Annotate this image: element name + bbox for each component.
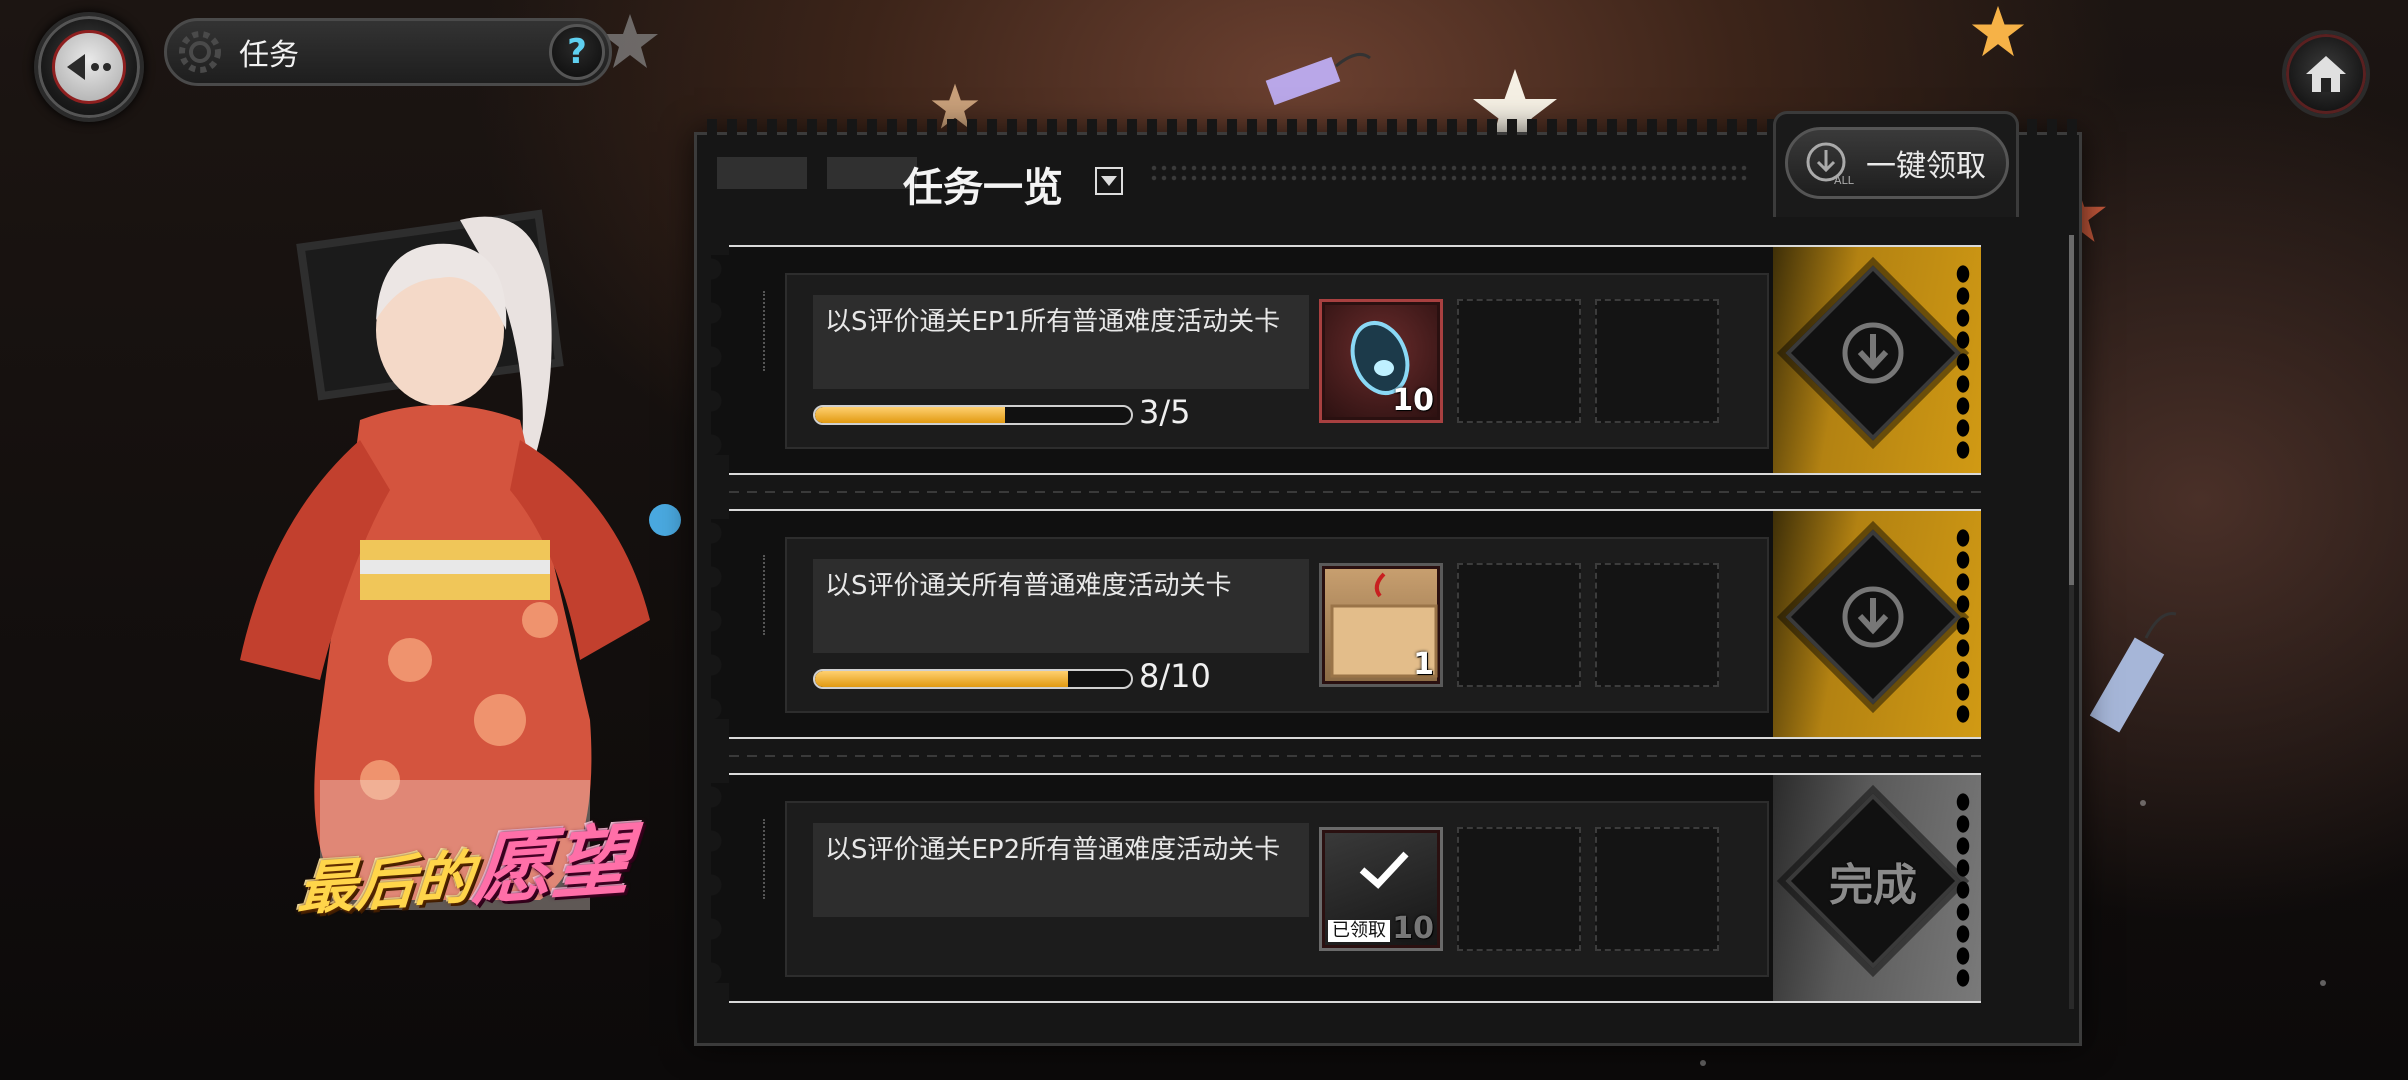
completed-label: 完成: [1829, 860, 1917, 911]
scrollbar[interactable]: [2069, 235, 2074, 1009]
title-bar: 任务 ?: [164, 18, 612, 86]
claim-stub[interactable]: [1773, 511, 1981, 737]
ticket-holes-decoration: [1955, 263, 1971, 459]
task-row: 以S评价通关EP1所有普通难度活动关卡 3/5 10: [711, 245, 1981, 475]
reward-count: 10: [1392, 383, 1434, 418]
task-progress-text: 3/5: [1139, 393, 1191, 431]
sparkle: [2140, 800, 2146, 806]
task-progress-fill: [815, 407, 1005, 423]
header-dots-decoration: [1149, 163, 1749, 183]
task-card: 以S评价通关EP1所有普通难度活动关卡 3/5 10: [763, 273, 1769, 449]
charm-decoration-icon: [1265, 52, 1371, 106]
task-progress-bar: [813, 405, 1133, 425]
task-card: 以S评价通关EP2所有普通难度活动关卡 10 已领取: [763, 801, 1769, 977]
task-description: 以S评价通关EP2所有普通难度活动关卡: [813, 823, 1309, 917]
help-button[interactable]: ?: [549, 24, 605, 80]
chevron-down-icon: [1101, 176, 1117, 186]
charm-decoration-icon: [2090, 612, 2177, 733]
event-logo-part1: 最后的: [295, 843, 476, 924]
task-progress-bar: [813, 669, 1133, 689]
task-separator: [729, 491, 1981, 493]
reward-count: 10: [1392, 911, 1434, 946]
checkmark-icon: [1359, 851, 1409, 889]
claimed-label: 已领取: [1328, 920, 1390, 942]
task-separator: [729, 755, 1981, 757]
home-icon: [2306, 56, 2346, 92]
help-icon: ?: [567, 32, 587, 72]
filter-dropdown-button[interactable]: [1095, 167, 1123, 195]
ticket-notch-decoration: [711, 783, 731, 983]
claim-stub[interactable]: [1773, 247, 1981, 473]
home-button[interactable]: [2282, 30, 2370, 118]
reward-slot: 10 已领取: [1319, 827, 1443, 951]
page-title: 任务: [239, 38, 299, 73]
gear-icon: [179, 31, 221, 73]
scrollbar-thumb[interactable]: [2069, 235, 2074, 585]
event-logo-part2: 愿望: [470, 814, 634, 917]
claim-download-icon: [1842, 322, 1904, 384]
sparkle: [2320, 980, 2326, 986]
claim-button[interactable]: [1785, 529, 1961, 705]
task-row: 以S评价通关所有普通难度活动关卡 8/10 1: [711, 509, 1981, 739]
empty-reward-slot: [1595, 563, 1719, 687]
completed-stub: 完成: [1773, 775, 1981, 1001]
reward-slot[interactable]: 1: [1319, 563, 1443, 687]
sparkle: [1700, 1060, 1706, 1066]
ticket-holes-decoration: [1955, 791, 1971, 987]
empty-reward-slot: [1457, 563, 1581, 687]
event-logo: 最后的愿望: [230, 800, 700, 930]
panel-header: 任务一览 ALL 一键领取: [697, 111, 2079, 225]
task-progress-text: 8/10: [1139, 657, 1211, 695]
task-row: 以S评价通关EP2所有普通难度活动关卡 10 已领取 完成: [711, 773, 1981, 1003]
back-arrow-icon: [67, 54, 111, 80]
panel-title: 任务一览: [903, 164, 1063, 211]
task-card: 以S评价通关所有普通难度活动关卡 8/10 1: [763, 537, 1769, 713]
empty-reward-slot: [1595, 827, 1719, 951]
claim-download-icon: [1842, 586, 1904, 648]
task-panel: 任务一览 ALL 一键领取 以S评价通关EP1所有普通难度活动关卡 3/5 10…: [694, 111, 2082, 1046]
empty-reward-slot: [1457, 299, 1581, 423]
reward-count: 1: [1413, 647, 1434, 682]
ticket-notch-decoration: [711, 255, 731, 455]
download-all-icon: ALL: [1806, 142, 1855, 187]
claim-all-button[interactable]: ALL 一键领取: [1785, 127, 2009, 199]
all-icon-text: ALL: [1834, 174, 1855, 187]
reward-slot[interactable]: 10: [1319, 299, 1443, 423]
task-description: 以S评价通关所有普通难度活动关卡: [813, 559, 1309, 653]
ticket-notch-decoration: [711, 519, 731, 719]
header-decoration: [717, 157, 917, 189]
task-description: 以S评价通关EP1所有普通难度活动关卡: [813, 295, 1309, 389]
event-logo-text: 最后的愿望: [295, 798, 635, 933]
task-progress-fill: [815, 671, 1068, 687]
claim-button[interactable]: [1785, 265, 1961, 441]
star-decoration-icon: [1971, 5, 2025, 57]
claim-all-label: 一键领取: [1866, 149, 1986, 184]
empty-reward-slot: [1457, 827, 1581, 951]
empty-reward-slot: [1595, 299, 1719, 423]
back-button[interactable]: [34, 12, 144, 122]
ticket-holes-decoration: [1955, 527, 1971, 723]
completed-badge: 完成: [1785, 793, 1961, 969]
